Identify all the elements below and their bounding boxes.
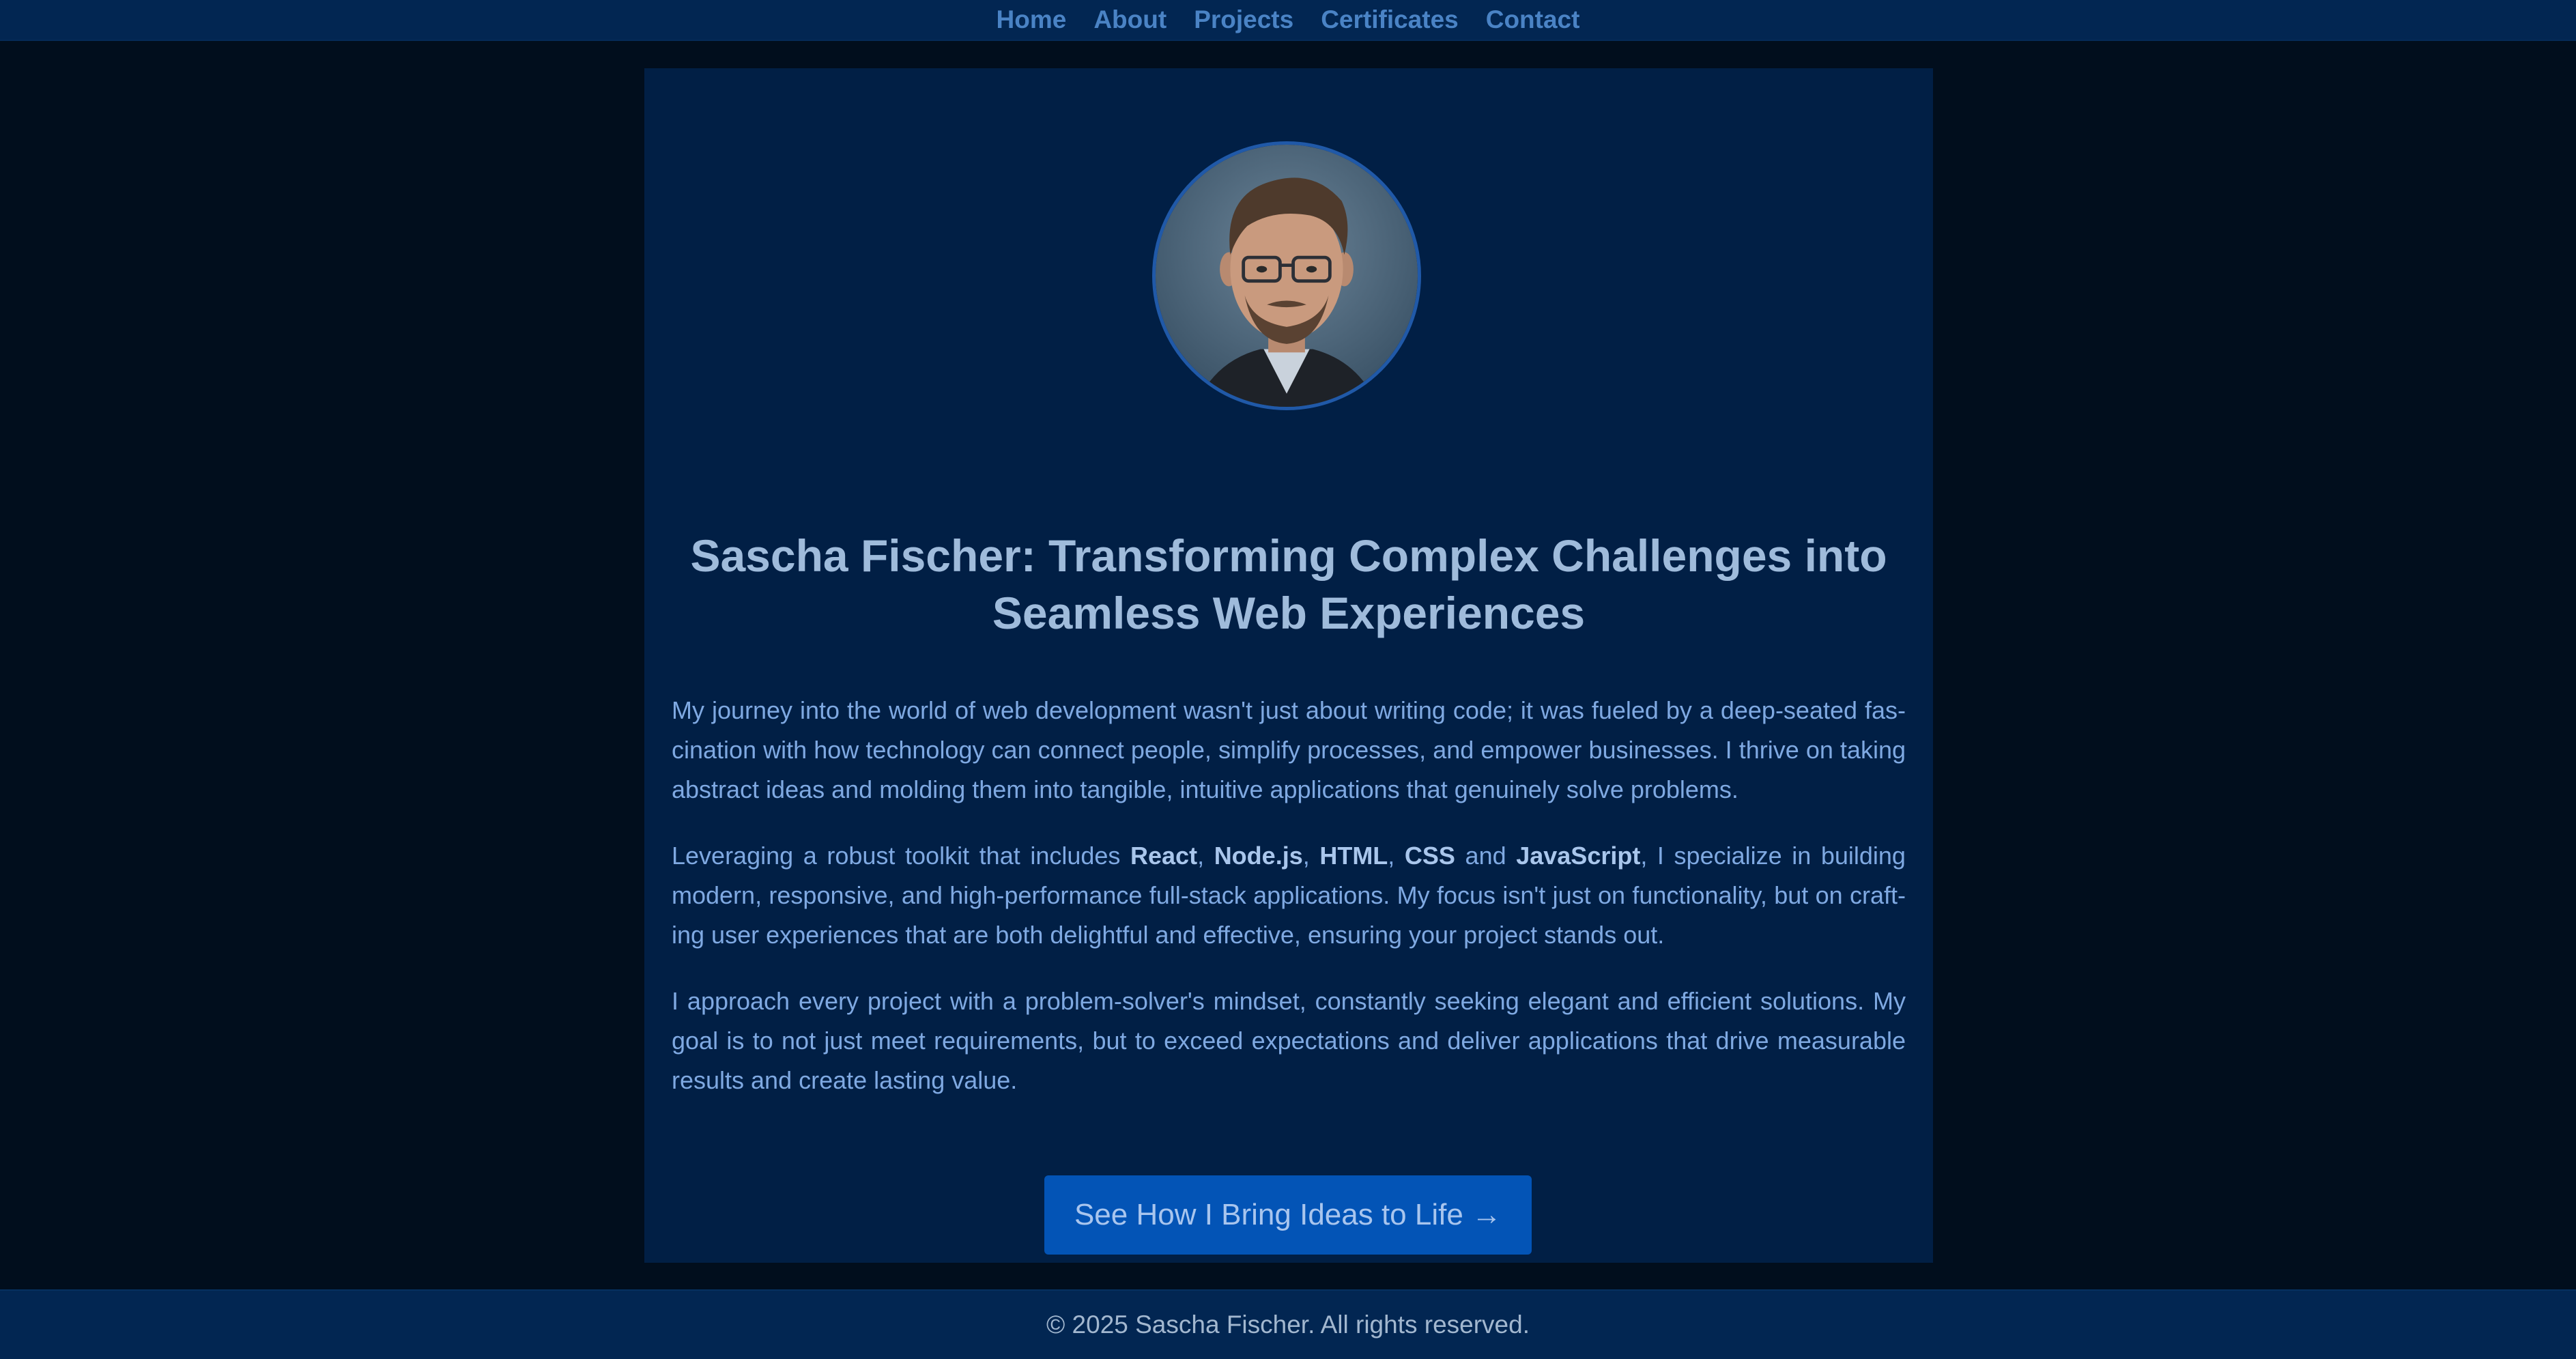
skill-javascript: JavaScript xyxy=(1516,842,1641,870)
approach-paragraph: I approach every project with a problem-… xyxy=(672,987,1906,1094)
profile-avatar xyxy=(1152,141,1421,410)
top-navigation: Home About Projects Certificates Contact xyxy=(0,0,2576,41)
separator: , xyxy=(1302,842,1320,870)
skill-nodejs: Node.js xyxy=(1214,842,1303,870)
separator: , xyxy=(1197,842,1214,870)
separator: , xyxy=(1388,842,1405,870)
nav-link-home[interactable]: Home xyxy=(997,5,1067,34)
nav-link-certificates[interactable]: Certificates xyxy=(1321,5,1459,34)
intro-paragraph: My journey into the world of web develop… xyxy=(672,696,1906,803)
nav-link-about[interactable]: About xyxy=(1093,5,1167,34)
skill-css: CSS xyxy=(1404,842,1455,870)
skills-intro-text: Leveraging a robust toolkit that include… xyxy=(672,842,1131,870)
page-title: Sascha Fischer: Transforming Complex Cha… xyxy=(690,530,1887,638)
nav-link-projects[interactable]: Projects xyxy=(1194,5,1293,34)
separator-and: and xyxy=(1455,842,1517,870)
copyright-text: © 2025 Sascha Fischer. All rights reserv… xyxy=(1046,1311,1530,1339)
projects-cta-button[interactable]: See How I Bring Ideas to Life → xyxy=(1044,1175,1532,1255)
page-footer: © 2025 Sascha Fischer. All rights reserv… xyxy=(0,1289,2576,1359)
skills-paragraph: Leveraging a robust toolkit that include… xyxy=(672,836,1906,955)
skill-react: React xyxy=(1130,842,1198,870)
about-card: Sascha Fischer: Transforming Complex Cha… xyxy=(644,68,1933,1263)
skill-html: HTML xyxy=(1319,842,1388,870)
nav-link-contact[interactable]: Contact xyxy=(1486,5,1580,34)
